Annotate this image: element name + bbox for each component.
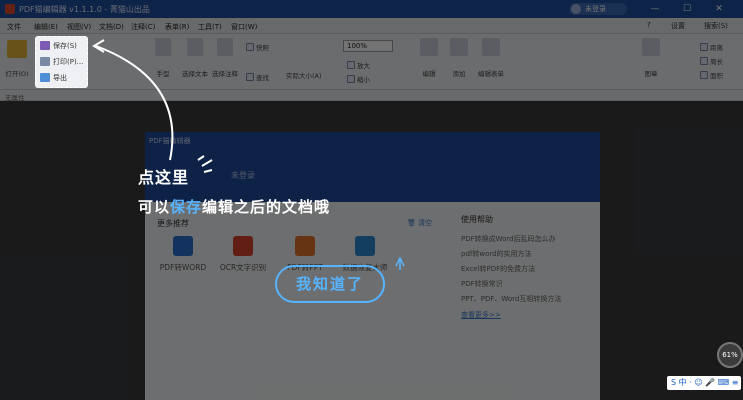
guide-text: 可以 (138, 198, 171, 216)
ime-toolbar[interactable]: S 中 · ☺ 🎤 ⌨ ≡ (667, 376, 741, 390)
cpu-meter: 61% (717, 342, 743, 368)
arrow-curve (95, 45, 174, 161)
sparkle-mark (197, 155, 213, 173)
got-it-button[interactable]: 我知道了 (275, 265, 385, 303)
sparkle-arrow (395, 256, 405, 270)
ime-label: S 中 · ☺ 🎤 ⌨ ≡ (671, 378, 739, 387)
guide-text: 编辑之后的文档哦 (202, 198, 331, 216)
guide-arrow (92, 39, 405, 270)
guide-line-2: 可以保存编辑之后的文档哦 (138, 196, 330, 217)
guide-line-1: 点这里 (138, 168, 190, 187)
guide-highlight: 保存 (170, 198, 203, 216)
arrow-head (92, 39, 105, 53)
